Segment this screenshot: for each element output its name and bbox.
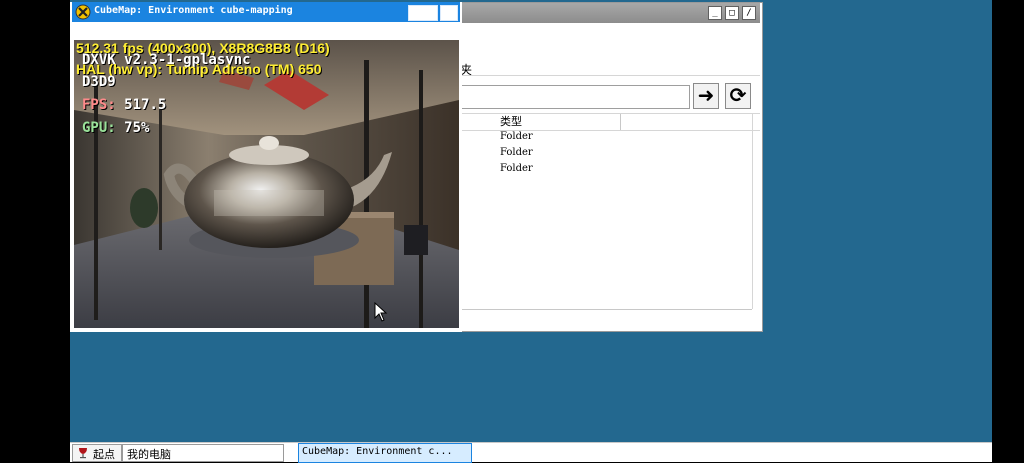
taskbar: 起点 我的电脑 CubeMap: Environment c... [70, 442, 992, 463]
hud-api: D3D9 [82, 74, 116, 90]
address-input[interactable] [456, 85, 690, 109]
cubemap-titlebar[interactable]: CubeMap: Environment cube-mapping [72, 2, 460, 22]
explorer-statusbar [456, 309, 752, 328]
column-header-label: 类型 [500, 115, 522, 128]
explorer-titlebar[interactable]: _ □ / [456, 3, 760, 23]
start-label: 起点 [93, 448, 115, 461]
mouse-cursor-icon [374, 302, 388, 322]
dx-app-icon [75, 4, 91, 20]
list-item[interactable]: Folder [500, 163, 533, 174]
vertical-scrollbar[interactable] [752, 113, 761, 309]
cubemap-window[interactable]: CubeMap: Environment cube-mapping 512.31… [70, 2, 462, 332]
explorer-menubar: 夹 [456, 25, 760, 77]
close-button[interactable]: / [742, 6, 756, 20]
close-button[interactable] [440, 5, 458, 21]
taskbar-item-label: CubeMap: Environment c... [302, 446, 453, 457]
start-button[interactable]: 起点 [72, 444, 122, 462]
taskbar-item-my-computer[interactable]: 我的电脑 [122, 444, 284, 462]
list-item[interactable]: Folder [500, 147, 533, 158]
hud-fps-label: FPS: [82, 97, 116, 113]
refresh-button[interactable]: ⟳ [725, 83, 751, 109]
arrow-right-icon: ➜ [697, 83, 715, 107]
render-viewport[interactable]: 512.31 fps (400x300), X8R8G8B8 (D16) DXV… [74, 40, 459, 328]
go-button[interactable]: ➜ [693, 83, 719, 109]
minimize-button[interactable] [408, 5, 438, 21]
maximize-button[interactable]: □ [725, 6, 739, 20]
wine-glass-icon [79, 448, 87, 459]
column-header-type[interactable]: 类型 [500, 114, 621, 130]
hud-gpu-value: 75% [124, 120, 150, 136]
taskbar-item-cubemap[interactable]: CubeMap: Environment c... [298, 443, 472, 463]
explorer-window[interactable]: _ □ / 夹 ➜ ⟳ 类型 Folder Folder Folder [455, 2, 763, 332]
hud-fps-value: 517.5 [124, 97, 167, 113]
window-title: CubeMap: Environment cube-mapping [94, 5, 293, 16]
list-item[interactable]: Folder [500, 131, 533, 142]
refresh-icon: ⟳ [729, 83, 747, 107]
minimize-button[interactable]: _ [708, 6, 722, 20]
list-header: 类型 [456, 113, 760, 131]
scene-render [74, 40, 459, 328]
hud-gpu-label: GPU: [82, 120, 116, 136]
taskbar-item-label: 我的电脑 [127, 448, 171, 461]
